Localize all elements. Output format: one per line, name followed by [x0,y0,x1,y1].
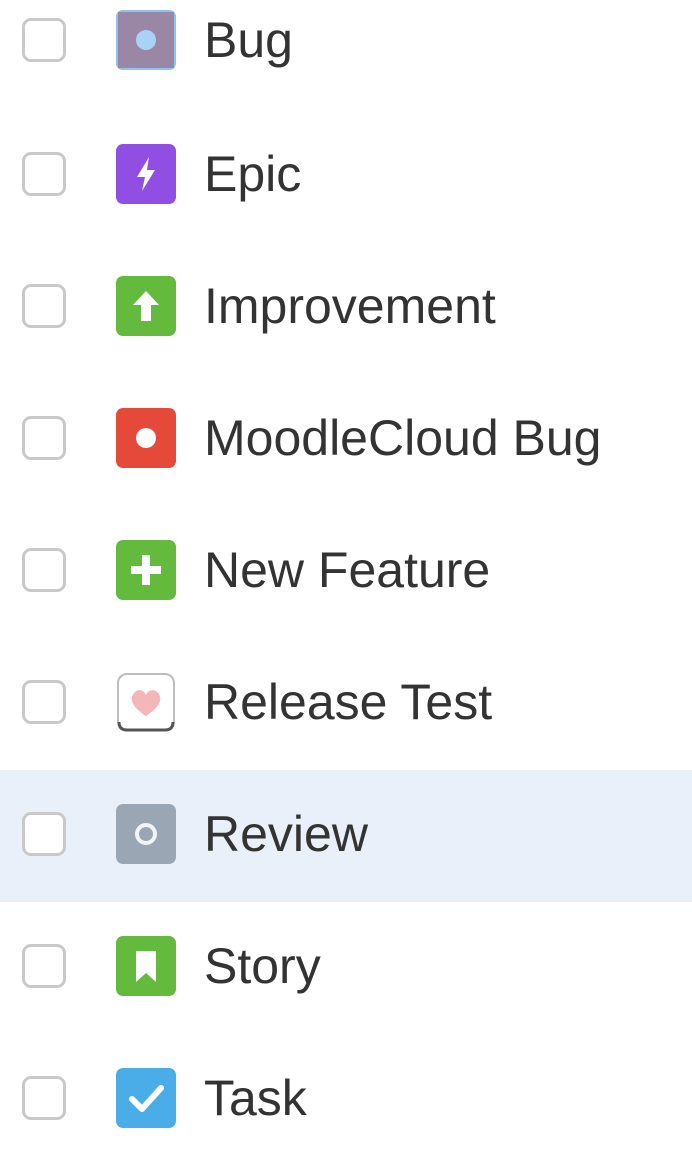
issue-type-option-review[interactable]: Review [0,770,692,902]
checkbox[interactable] [22,944,66,988]
issue-type-option-task[interactable]: Task [0,1034,692,1166]
checkmark-icon [116,1068,176,1128]
ring-icon [116,804,176,864]
option-label: Release Test [204,674,493,730]
issue-type-option-story[interactable]: Story [0,902,692,1034]
issue-type-option-new-feature[interactable]: New Feature [0,506,692,638]
arrow-up-icon [116,276,176,336]
issue-type-option-epic[interactable]: Epic [0,110,692,242]
checkbox[interactable] [22,680,66,724]
bookmark-icon [116,936,176,996]
checkbox[interactable] [22,18,66,62]
option-label: Review [204,806,368,862]
checkbox[interactable] [22,284,66,328]
checkbox[interactable] [22,812,66,856]
option-label: Epic [204,146,302,202]
heart-icon [116,672,176,732]
issue-type-option-bug[interactable]: Bug [0,0,692,110]
option-label: Improvement [204,278,496,334]
checkbox[interactable] [22,152,66,196]
option-label: Bug [204,12,293,68]
lightning-bolt-icon [116,144,176,204]
plus-icon [116,540,176,600]
bug-icon [116,10,176,70]
option-label: New Feature [204,542,491,598]
issue-type-option-improvement[interactable]: Improvement [0,242,692,374]
checkbox[interactable] [22,548,66,592]
option-label: Story [204,938,321,994]
issue-type-list: Bug Epic Improvement MoodleCloud Bug New… [0,0,692,1166]
option-label: Task [204,1070,307,1126]
checkbox[interactable] [22,1076,66,1120]
option-label: MoodleCloud Bug [204,410,602,466]
dot-icon [116,408,176,468]
issue-type-option-moodlecloud-bug[interactable]: MoodleCloud Bug [0,374,692,506]
checkbox[interactable] [22,416,66,460]
issue-type-option-release-test[interactable]: Release Test [0,638,692,770]
